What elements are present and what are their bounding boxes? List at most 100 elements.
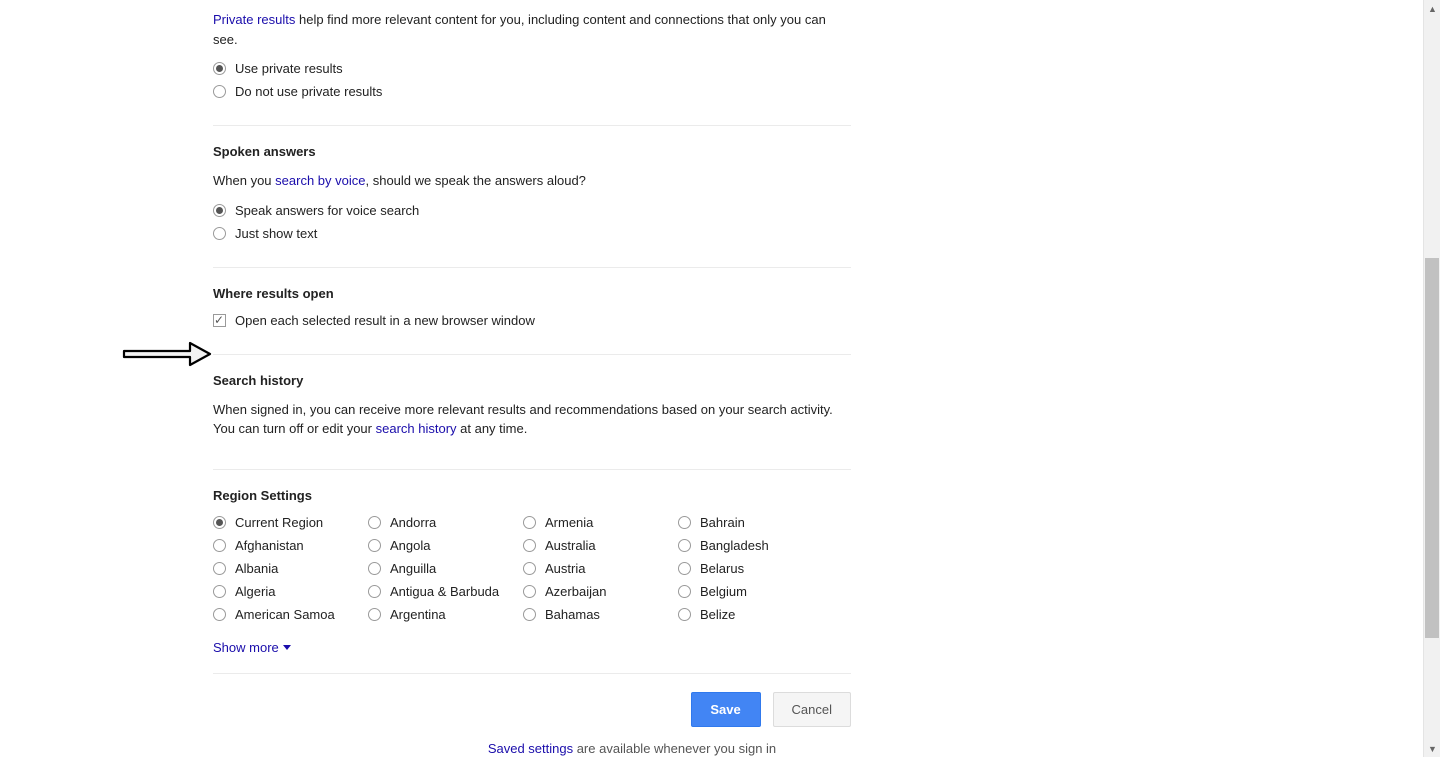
- save-button[interactable]: Save: [691, 692, 761, 727]
- radio-icon: [523, 608, 536, 621]
- radio-do-not-use-private-results[interactable]: Do not use private results: [213, 84, 851, 99]
- region-label: Bangladesh: [700, 538, 769, 553]
- region-label: Afghanistan: [235, 538, 304, 553]
- radio-icon: [523, 516, 536, 529]
- region-option[interactable]: Azerbaijan: [523, 584, 678, 599]
- section-region-settings: Region Settings Current RegionAfghanista…: [213, 488, 851, 674]
- region-label: Antigua & Barbuda: [390, 584, 499, 599]
- region-option[interactable]: Antigua & Barbuda: [368, 584, 523, 599]
- radio-icon: [523, 562, 536, 575]
- region-label: Belarus: [700, 561, 744, 576]
- region-option[interactable]: Austria: [523, 561, 678, 576]
- show-more-label: Show more: [213, 640, 279, 655]
- radio-icon: [368, 516, 381, 529]
- region-label: Argentina: [390, 607, 446, 622]
- scrollbar-thumb[interactable]: [1425, 258, 1439, 638]
- search-history-link[interactable]: search history: [376, 421, 457, 436]
- region-column: Andorra Angola Anguilla Antigua & Barbuda Ar…: [368, 515, 523, 630]
- region-option[interactable]: Albania: [213, 561, 368, 576]
- radio-icon: [523, 539, 536, 552]
- region-label: Australia: [545, 538, 596, 553]
- private-results-desc-text: help find more relevant content for you,…: [213, 12, 826, 47]
- cancel-button[interactable]: Cancel: [773, 692, 851, 727]
- radio-icon: [368, 539, 381, 552]
- radio-use-private-results[interactable]: Use private results: [213, 61, 851, 76]
- radio-icon: [368, 562, 381, 575]
- spoken-description: When you search by voice, should we spea…: [213, 171, 851, 191]
- region-option[interactable]: Armenia: [523, 515, 678, 530]
- radio-icon: [213, 539, 226, 552]
- caret-down-icon: [283, 645, 291, 650]
- history-description: When signed in, you can receive more rel…: [213, 400, 851, 439]
- section-search-history: Search history When signed in, you can r…: [213, 373, 851, 470]
- region-option[interactable]: Algeria: [213, 584, 368, 599]
- saved-settings-link[interactable]: Saved settings: [488, 741, 573, 756]
- radio-icon: [213, 608, 226, 621]
- section-title: Where results open: [213, 286, 851, 301]
- region-option[interactable]: Bahrain: [678, 515, 833, 530]
- region-label: Austria: [545, 561, 585, 576]
- radio-label: Use private results: [235, 61, 343, 76]
- region-option[interactable]: Belarus: [678, 561, 833, 576]
- region-label: Belize: [700, 607, 735, 622]
- radio-just-show-text[interactable]: Just show text: [213, 226, 851, 241]
- region-column: Armenia Australia Austria Azerbaijan Bahamas: [523, 515, 678, 630]
- radio-icon: [213, 85, 226, 98]
- region-label: Albania: [235, 561, 278, 576]
- region-option[interactable]: American Samoa: [213, 607, 368, 622]
- radio-icon: [213, 62, 226, 75]
- radio-icon: [213, 227, 226, 240]
- region-label: Andorra: [390, 515, 436, 530]
- region-column: Current Region Afghanistan Albania Algeria A…: [213, 515, 368, 630]
- region-option[interactable]: Angola: [368, 538, 523, 553]
- region-label: Azerbaijan: [545, 584, 606, 599]
- radio-label: Just show text: [235, 226, 317, 241]
- search-by-voice-link[interactable]: search by voice: [275, 173, 365, 188]
- checkbox-icon: [213, 314, 226, 327]
- region-column: Bahrain Bangladesh Belarus Belgium Belize: [678, 515, 833, 630]
- region-option[interactable]: Australia: [523, 538, 678, 553]
- radio-icon: [678, 585, 691, 598]
- private-results-link[interactable]: Private results: [213, 12, 295, 27]
- region-option[interactable]: Belize: [678, 607, 833, 622]
- region-label: Algeria: [235, 584, 275, 599]
- radio-icon: [213, 585, 226, 598]
- radio-icon: [678, 608, 691, 621]
- radio-icon: [368, 585, 381, 598]
- region-option[interactable]: Bangladesh: [678, 538, 833, 553]
- region-option[interactable]: Belgium: [678, 584, 833, 599]
- radio-label: Do not use private results: [235, 84, 382, 99]
- region-label: Angola: [390, 538, 430, 553]
- checkbox-label: Open each selected result in a new brows…: [235, 313, 535, 328]
- region-option[interactable]: Andorra: [368, 515, 523, 530]
- radio-icon: [213, 204, 226, 217]
- vertical-scrollbar[interactable]: ▲ ▼: [1423, 0, 1440, 757]
- scrollbar-down-arrow-icon[interactable]: ▼: [1424, 740, 1440, 757]
- scrollbar-up-arrow-icon[interactable]: ▲: [1424, 0, 1440, 17]
- region-label: American Samoa: [235, 607, 335, 622]
- region-label: Bahamas: [545, 607, 600, 622]
- show-more-link[interactable]: Show more: [213, 640, 291, 655]
- text: are available whenever you sign in: [573, 741, 776, 756]
- checkbox-open-new-window[interactable]: Open each selected result in a new brows…: [213, 313, 851, 328]
- section-where-results-open: Where results open Open each selected re…: [213, 286, 851, 355]
- region-option[interactable]: Anguilla: [368, 561, 523, 576]
- section-title: Spoken answers: [213, 144, 851, 159]
- radio-label: Speak answers for voice search: [235, 203, 419, 218]
- text: When you: [213, 173, 275, 188]
- region-option[interactable]: Current Region: [213, 515, 368, 530]
- section-spoken-answers: Spoken answers When you search by voice,…: [213, 144, 851, 268]
- radio-icon: [213, 562, 226, 575]
- region-option[interactable]: Bahamas: [523, 607, 678, 622]
- private-results-description: Private results help find more relevant …: [213, 10, 851, 49]
- radio-icon: [523, 585, 536, 598]
- region-option[interactable]: Afghanistan: [213, 538, 368, 553]
- region-label: Bahrain: [700, 515, 745, 530]
- region-label: Current Region: [235, 515, 323, 530]
- radio-icon: [678, 539, 691, 552]
- text: at any time.: [457, 421, 528, 436]
- radio-icon: [678, 562, 691, 575]
- region-option[interactable]: Argentina: [368, 607, 523, 622]
- radio-speak-answers[interactable]: Speak answers for voice search: [213, 203, 851, 218]
- region-label: Armenia: [545, 515, 593, 530]
